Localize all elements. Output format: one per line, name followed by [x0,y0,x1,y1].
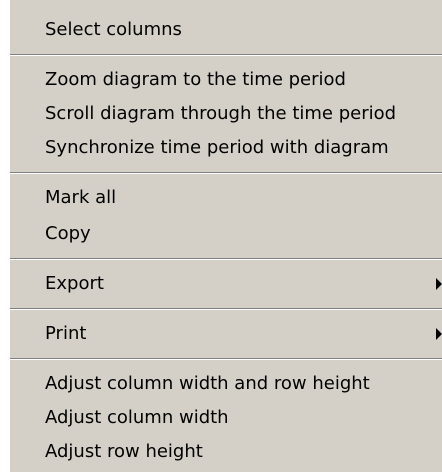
menu-item-copy[interactable]: Copy [10,217,442,251]
menu-separator [10,172,442,174]
menu-separator [10,258,442,260]
menu-separator [10,308,442,310]
submenu-arrow-icon [436,278,442,290]
menu-item-print[interactable]: Print [10,317,442,351]
menu-item-export-label: Export [45,273,104,294]
context-menu: Select columns Zoom diagram to the time … [10,0,442,472]
menu-item-mark-all[interactable]: Mark all [10,181,442,215]
menu-item-select-columns[interactable]: Select columns [10,13,442,47]
menu-item-synchronize-period[interactable]: Synchronize time period with diagram [10,131,442,165]
menu-item-adjust-height[interactable]: Adjust row height [10,435,442,469]
menu-separator [10,54,442,56]
menu-item-adjust-width[interactable]: Adjust column width [10,401,442,435]
menu-item-print-label: Print [45,323,87,344]
menu-item-adjust-width-height[interactable]: Adjust column width and row height [10,367,442,401]
menu-item-zoom-diagram[interactable]: Zoom diagram to the time period [10,63,442,97]
menu-item-scroll-diagram[interactable]: Scroll diagram through the time period [10,97,442,131]
menu-item-export[interactable]: Export [10,267,442,301]
submenu-arrow-icon [436,328,442,340]
menu-separator [10,358,442,360]
